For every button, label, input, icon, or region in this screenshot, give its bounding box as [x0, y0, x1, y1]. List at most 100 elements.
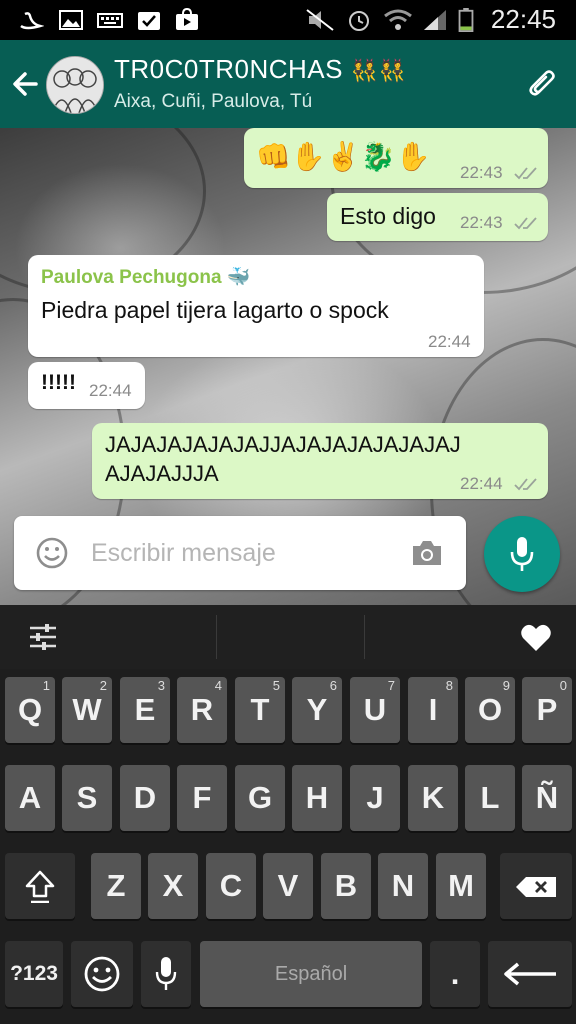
keyboard-mic-icon: [155, 957, 177, 990]
key-number-hint: 4: [214, 678, 222, 693]
message-time: 22:44: [428, 332, 471, 351]
voice-input-key[interactable]: [141, 941, 191, 1007]
key-label: I: [428, 692, 438, 727]
keyboard-settings-sliders-icon[interactable]: [28, 623, 58, 651]
key-label: T: [250, 692, 270, 727]
chat-header: TR0C0TR0NCHAS 👯👯 Aixa, Cuñi, Paulova, Tú: [0, 40, 576, 128]
key-p[interactable]: P0: [522, 677, 572, 743]
key-s[interactable]: S: [62, 765, 112, 831]
group-name: TR0C0TR0NCHAS: [114, 54, 343, 84]
key-number-hint: 9: [502, 678, 510, 693]
sender-name[interactable]: Paulova Pechugona 🐳: [41, 265, 251, 289]
key-h[interactable]: H: [292, 765, 342, 831]
message-composer[interactable]: Escribir mensaje: [14, 516, 466, 590]
emoji-heart-icon[interactable]: [520, 623, 552, 653]
message-bubble-incoming[interactable]: Paulova Pechugona 🐳 Piedra papel tijera …: [28, 255, 484, 357]
key-c[interactable]: C: [206, 853, 256, 919]
key-e[interactable]: E3: [120, 677, 170, 743]
group-participants[interactable]: Aixa, Cuñi, Paulova, Tú: [114, 91, 312, 113]
attach-clip-icon[interactable]: [524, 66, 562, 104]
key-l[interactable]: L: [465, 765, 515, 831]
message-text-line: AJAJAJJJA: [105, 461, 219, 486]
key-number-hint: 1: [42, 678, 50, 693]
key-number-hint: 3: [157, 678, 165, 693]
message-text: Esto digo: [340, 203, 436, 229]
emoji-smiley-icon[interactable]: [36, 537, 68, 569]
mute-icon: [306, 9, 334, 31]
shift-arrow-icon: [25, 870, 55, 903]
enter-key[interactable]: [488, 941, 572, 1007]
suggestion-divider: [216, 615, 217, 659]
key-r[interactable]: R4: [177, 677, 227, 743]
key-m[interactable]: M: [436, 853, 486, 919]
key-label: R: [190, 692, 214, 727]
message-bubble-outgoing[interactable]: JAJAJAJAJAJAJJAJAJAJAJAJAJAJ AJAJAJJJA 2…: [92, 423, 548, 499]
camera-icon[interactable]: [410, 538, 444, 568]
signal-icon: [424, 10, 446, 30]
keyboard-notification-icon: [97, 13, 123, 28]
read-ticks-icon: [514, 167, 537, 180]
key-b[interactable]: B: [321, 853, 371, 919]
message-bubble-incoming[interactable]: !!!!! 22:44: [28, 362, 145, 409]
key-f[interactable]: F: [177, 765, 227, 831]
keyboard: Q1 W2 E3 R4 T5 Y6 U7 I8 O9 P0 A S D F G …: [0, 605, 576, 1024]
period-key[interactable]: .: [430, 941, 480, 1007]
key-label: E: [134, 692, 156, 727]
battery-icon: [458, 8, 474, 32]
message-text: Piedra papel tijera lagarto o spock: [41, 297, 389, 323]
key-n-tilde[interactable]: Ñ: [522, 765, 572, 831]
read-ticks-icon: [514, 217, 537, 230]
emoji-face-icon: [84, 956, 120, 992]
key-i[interactable]: I8: [408, 677, 458, 743]
alarm-icon: [349, 11, 369, 31]
group-avatar[interactable]: [46, 56, 104, 114]
microphone-icon: [510, 537, 534, 571]
message-time: 22:44: [460, 474, 503, 493]
enter-arrow-icon: [504, 962, 556, 986]
key-x[interactable]: X: [148, 853, 198, 919]
key-w[interactable]: W2: [62, 677, 112, 743]
group-title-emoji: 👯👯: [350, 58, 407, 83]
space-bar[interactable]: Español: [200, 941, 422, 1007]
shift-key[interactable]: [5, 853, 75, 919]
symbols-key[interactable]: ?123: [5, 941, 63, 1007]
gallery-notification-icon: [59, 10, 83, 30]
key-number-hint: 7: [387, 678, 395, 693]
clock-time: 22:45: [490, 4, 556, 34]
key-number-hint: 6: [329, 678, 337, 693]
message-bubble-outgoing[interactable]: 👊✋✌️🐉✋ 22:43: [244, 128, 548, 188]
message-bubble-outgoing[interactable]: Esto digo 22:43: [327, 193, 548, 241]
key-v[interactable]: V: [263, 853, 313, 919]
group-photo-image: [47, 57, 103, 113]
key-label: P: [536, 692, 558, 727]
key-number-hint: 5: [272, 678, 280, 693]
key-label: O: [477, 692, 503, 727]
key-label: Q: [17, 692, 43, 727]
key-y[interactable]: Y6: [292, 677, 342, 743]
key-j[interactable]: J: [350, 765, 400, 831]
key-t[interactable]: T5: [235, 677, 285, 743]
voice-record-button[interactable]: [484, 516, 560, 592]
read-ticks-icon: [514, 478, 537, 491]
key-label: Y: [306, 692, 328, 727]
message-input[interactable]: Escribir mensaje: [91, 539, 276, 568]
key-u[interactable]: U7: [350, 677, 400, 743]
key-o[interactable]: O9: [465, 677, 515, 743]
keyboard-suggestion-bar: [0, 605, 576, 669]
key-z[interactable]: Z: [91, 853, 141, 919]
suggestion-divider: [364, 615, 365, 659]
key-g[interactable]: G: [235, 765, 285, 831]
key-q[interactable]: Q1: [5, 677, 55, 743]
wifi-icon: [384, 9, 412, 30]
key-a[interactable]: A: [5, 765, 55, 831]
swan-notification-icon: [20, 12, 44, 30]
group-title[interactable]: TR0C0TR0NCHAS 👯👯: [114, 54, 407, 85]
key-number-hint: 0: [559, 678, 567, 693]
backspace-key[interactable]: [500, 853, 572, 919]
emoji-key[interactable]: [71, 941, 133, 1007]
key-d[interactable]: D: [120, 765, 170, 831]
key-k[interactable]: K: [408, 765, 458, 831]
key-number-hint: 8: [445, 678, 453, 693]
key-n[interactable]: N: [378, 853, 428, 919]
back-arrow-icon[interactable]: [10, 68, 42, 100]
